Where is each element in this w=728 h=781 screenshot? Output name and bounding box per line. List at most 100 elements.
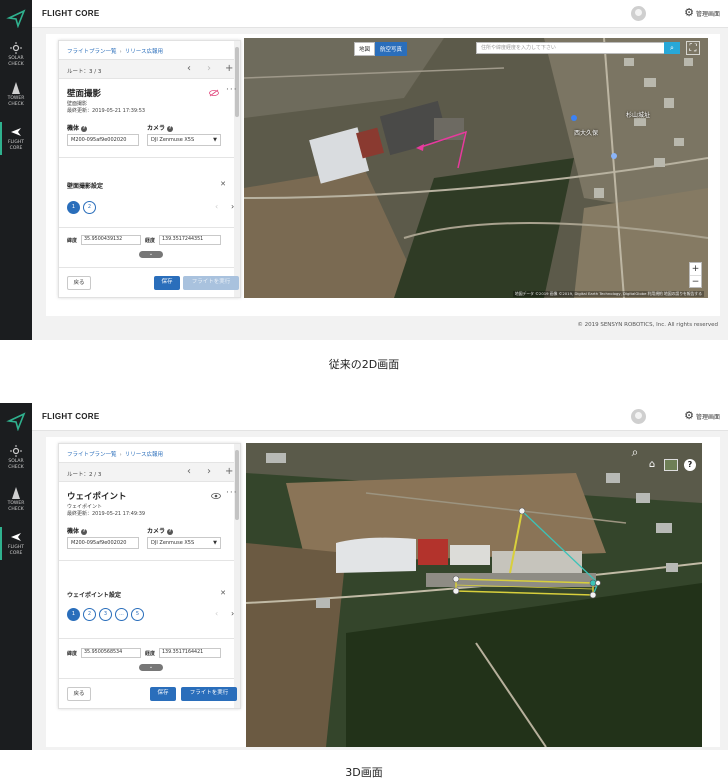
aircraft-select[interactable]: M200-095af9e002020 [67, 537, 139, 549]
execute-flight-button[interactable]: フライトを実行 [181, 687, 237, 701]
step-button[interactable]: 1 [67, 608, 80, 621]
back-button[interactable]: 戻る [67, 276, 91, 290]
camera-select[interactable]: DJI Zenmuse X5S ▼ [147, 537, 221, 549]
save-button[interactable]: 保存 [154, 276, 180, 290]
prev-step-icon[interactable]: ‹ [215, 202, 218, 211]
route-counter: ルート：2 / 3 [67, 472, 102, 478]
route-subtitle: 壁面撮影 [67, 101, 88, 107]
close-icon[interactable]: ✕ [220, 589, 226, 597]
last-updated: 最終更新：2019-05-21 17:49:39 [67, 511, 146, 517]
map-search-input[interactable]: 住所や緯度経度を入力して下さい [476, 42, 670, 54]
help-icon[interactable]: ? [167, 126, 174, 132]
sidebar-item-tower-check[interactable]: TOWER CHECK [0, 487, 32, 512]
scroll-thumb[interactable] [235, 47, 239, 117]
save-button[interactable]: 保存 [150, 687, 176, 701]
step-indicator: 1 2 [67, 201, 96, 214]
map-3d[interactable]: ⌕ ⌂ ? [246, 443, 702, 747]
breadcrumb-link-plan[interactable]: リリース広報用 [125, 49, 163, 55]
longitude-label: 経度 [145, 651, 156, 657]
step-button[interactable]: 3 [99, 608, 112, 621]
fullscreen-icon[interactable]: ⛶ [686, 41, 700, 55]
help-icon[interactable]: ? [684, 459, 696, 471]
airplane-icon [11, 128, 21, 136]
aircraft-select[interactable]: M200-095af9e002020 [67, 134, 139, 146]
step-indicator: 1 2 3 ... 5 [67, 608, 144, 621]
scroll-thumb[interactable] [235, 450, 239, 520]
latitude-field[interactable]: 35.9500568534 [81, 648, 141, 658]
divider [59, 560, 234, 561]
prev-step-icon[interactable]: ‹ [215, 609, 218, 618]
admin-link[interactable]: ⚙ 管理画面 [684, 7, 720, 18]
step-button[interactable]: 2 [83, 608, 96, 621]
map-type-satellite[interactable]: 航空写真 [375, 42, 408, 56]
breadcrumb: フライトプラン一覧 › リリース広報用 [67, 47, 163, 55]
map-type-map[interactable]: 地図 [354, 42, 376, 56]
add-route-icon[interactable]: + [225, 63, 233, 75]
next-route-icon[interactable]: › [207, 466, 211, 478]
sidebar-label: CORE [9, 550, 23, 556]
expand-toggle[interactable]: ⌄ [139, 251, 163, 258]
breadcrumb-link-plans[interactable]: フライトプラン一覧 [67, 49, 117, 55]
prev-route-icon[interactable]: ‹ [187, 63, 191, 75]
panel-actions: 戻る 保存 フライトを実行 [59, 678, 237, 708]
search-icon[interactable]: ⌕ [664, 42, 680, 54]
camera-select[interactable]: DJI Zenmuse X5S ▼ [147, 134, 221, 146]
gear-icon: ⚙ [684, 409, 694, 422]
airplane-icon [11, 533, 21, 541]
breadcrumb: フライトプラン一覧 › リリース広報用 [67, 450, 163, 458]
eye-hidden-icon[interactable] [209, 89, 219, 97]
app-window-2d: SOLAR CHECK TOWER CHECK FLIGHT CORE FLIG… [0, 0, 728, 340]
latitude-label: 緯度 [67, 238, 78, 244]
add-route-icon[interactable]: + [225, 466, 233, 478]
expand-toggle[interactable]: ⌄ [139, 664, 163, 671]
close-icon[interactable]: ✕ [220, 180, 226, 188]
route-counter: ルート：3 / 3 [67, 69, 102, 75]
panel-scrollbar[interactable] [234, 444, 240, 708]
more-options-icon[interactable]: ··· [226, 488, 238, 498]
execute-flight-button[interactable]: フライトを実行 [183, 276, 239, 290]
map-2d[interactable]: 地図 航空写真 住所や緯度経度を入力して下さい ⌕ ⛶ 杉山城址 西大久保 + −… [244, 38, 708, 298]
next-route-icon[interactable]: › [207, 63, 211, 75]
route-subtitle: ウェイポイント [67, 504, 103, 510]
divider [59, 157, 234, 158]
prev-route-icon[interactable]: ‹ [187, 466, 191, 478]
sidebar-label: CORE [9, 145, 23, 151]
avatar[interactable] [631, 6, 646, 21]
next-step-icon[interactable]: › [231, 202, 234, 211]
help-icon[interactable]: ? [81, 126, 88, 132]
eye-icon[interactable] [211, 492, 221, 500]
panel-scrollbar[interactable] [234, 41, 240, 297]
sidebar-item-flight-core[interactable]: FLIGHT CORE [0, 122, 32, 155]
help-icon[interactable]: ? [81, 529, 88, 535]
admin-link[interactable]: ⚙ 管理画面 [684, 409, 720, 422]
divider [59, 638, 234, 639]
sidebar-item-solar-check[interactable]: SOLAR CHECK [0, 42, 32, 67]
sidebar-item-flight-core[interactable]: FLIGHT CORE [0, 527, 32, 560]
flight-core-logo-icon[interactable] [6, 8, 26, 28]
sidebar-item-solar-check[interactable]: SOLAR CHECK [0, 445, 32, 470]
flight-core-logo-icon[interactable] [6, 411, 26, 431]
step-button[interactable]: 2 [83, 201, 96, 214]
breadcrumb-link-plan[interactable]: リリース広報用 [125, 452, 163, 458]
step-button[interactable]: 5 [131, 608, 144, 621]
latitude-field[interactable]: 35.9500439132 [81, 235, 141, 245]
zoom-control: + − [689, 262, 702, 288]
more-options-icon[interactable]: ··· [226, 85, 238, 95]
step-button[interactable]: ... [115, 608, 128, 621]
step-button[interactable]: 1 [67, 201, 80, 214]
avatar[interactable] [631, 409, 646, 424]
longitude-field[interactable]: 139.3517164421 [159, 648, 221, 658]
chevron-down-icon: ▼ [213, 540, 217, 546]
next-step-icon[interactable]: › [231, 609, 234, 618]
back-button[interactable]: 戻る [67, 687, 91, 701]
sidebar-item-tower-check[interactable]: TOWER CHECK [0, 82, 32, 107]
search-icon[interactable]: ⌕ [628, 445, 642, 459]
layer-picker-icon[interactable] [664, 459, 678, 471]
longitude-field[interactable]: 139.3517244351 [159, 235, 221, 245]
help-icon[interactable]: ? [167, 529, 174, 535]
home-icon[interactable]: ⌂ [646, 459, 658, 471]
breadcrumb-link-plans[interactable]: フライトプラン一覧 [67, 452, 117, 458]
zoom-in-button[interactable]: + [690, 263, 701, 275]
zoom-out-button[interactable]: − [690, 275, 701, 287]
top-bar: FLIGHT CORE ⚙ 管理画面 [32, 403, 728, 431]
